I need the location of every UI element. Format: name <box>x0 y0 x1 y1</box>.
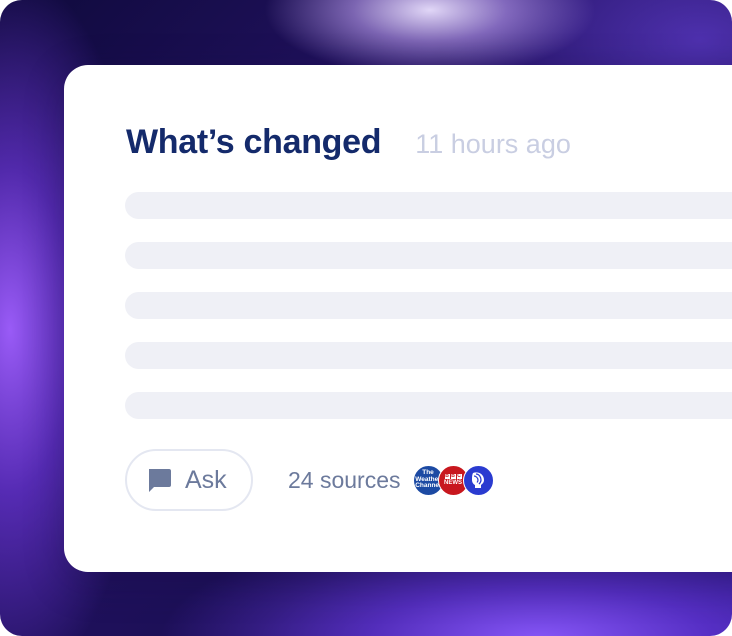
sources-count[interactable]: 24 sources <box>288 467 401 494</box>
pbs-logo <box>462 464 494 496</box>
ask-label: Ask <box>185 465 227 494</box>
card-title: What’s changed <box>126 123 382 161</box>
source-logos[interactable]: The Weather Channel BBC NEWS <box>412 464 494 496</box>
timestamp: 11 hours ago <box>415 129 571 159</box>
placeholder-line <box>125 392 732 419</box>
placeholder-line <box>125 192 732 219</box>
pbs-head-icon <box>472 472 485 488</box>
card-footer: Ask 24 sources The Weather Channel BBC NEW… <box>125 449 494 511</box>
whats-changed-card: What’s changed 11 hours ago Ask 24 sourc… <box>64 65 732 572</box>
placeholder-line <box>125 342 732 369</box>
card-header: What’s changed 11 hours ago <box>126 123 571 162</box>
placeholder-line <box>125 242 732 269</box>
placeholder-line <box>125 292 732 319</box>
ask-button[interactable]: Ask <box>125 449 253 511</box>
gradient-background: What’s changed 11 hours ago Ask 24 sourc… <box>0 0 732 636</box>
chat-bubble-icon <box>149 469 171 492</box>
